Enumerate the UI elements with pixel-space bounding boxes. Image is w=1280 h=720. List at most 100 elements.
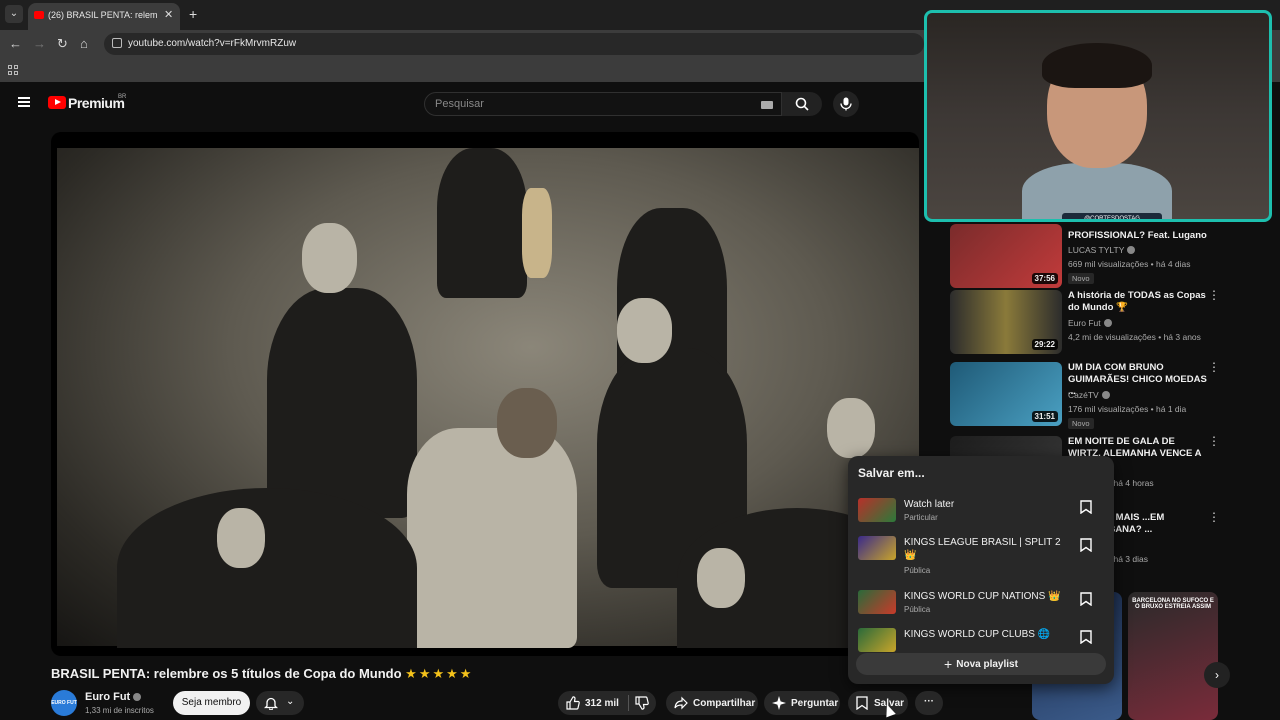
logo-text[interactable]: Premium [68,95,125,111]
channel-name-text: LUCAS TYLTY [1068,245,1125,255]
playlist-thumbnail [858,590,896,614]
channel-name[interactable]: Euro Fut [1068,318,1112,328]
site-info-icon[interactable] [112,38,122,48]
search-icon [795,97,809,111]
like-dislike-group: 312 mil [558,691,656,715]
video-title[interactable]: PROFISSIONAL? Feat. Lugano [1068,230,1208,242]
bookmark-icon[interactable] [1080,630,1092,644]
popup-title: Salvar em... [858,466,925,480]
recommendation-item[interactable]: 37:56 PROFISSIONAL? Feat. Lugano LUCAS T… [950,224,1220,288]
keyboard-icon[interactable] [761,101,773,109]
logo-country: BR [118,94,127,100]
shorts-next-icon[interactable]: › [1204,662,1230,688]
playlist-item[interactable]: KINGS WORLD CUP NATIONS 👑 Pública [858,590,1108,618]
home-icon[interactable]: ⌂ [80,36,88,51]
ask-label: Perguntar [791,698,839,709]
short-thumbnail[interactable]: BARCELONA NO SUFOCO E O BRUXO ESTREIA AS… [1128,592,1218,720]
streamer-tag: @CORTESDOSTAG [1062,213,1162,219]
playlist-item[interactable]: Watch later Particular [858,498,1108,526]
tab-close-icon[interactable]: ✕ [164,8,173,21]
channel-avatar[interactable]: EURO FUT [51,690,77,716]
playlist-item[interactable]: KINGS LEAGUE BRASIL | SPLIT 2 👑 Pública [858,536,1108,576]
subscriber-count: 1,33 mi de inscritos [85,706,154,715]
mic-icon [840,97,852,111]
menu-icon[interactable] [18,97,30,107]
more-options-icon[interactable]: ⋮ [1208,434,1220,448]
video-duration: 31:51 [1031,411,1058,422]
back-icon[interactable]: ← [9,36,22,51]
youtube-logo-icon[interactable] [48,96,66,109]
apps-grid-icon[interactable] [8,65,18,75]
video-frame-image [57,148,919,648]
video-thumbnail[interactable]: 31:51 [950,362,1062,426]
streamer-image [1022,43,1172,219]
video-stats: 176 mil visualizações • há 1 dia [1068,404,1187,414]
star-emojis: ★★★★★ [405,666,474,681]
sparkle-icon [772,696,786,710]
url-text: youtube.com/watch?v=rFkMrvmRZuw [128,38,297,49]
voice-search-button[interactable] [833,91,859,117]
channel-name-text: CazéTV [1068,390,1099,400]
new-tab-icon[interactable]: + [189,6,197,22]
dislike-button[interactable] [629,691,656,715]
more-options-icon[interactable]: ⋮ [1208,288,1220,302]
more-options-icon[interactable]: ⋮ [1208,360,1220,374]
more-actions-button[interactable]: ··· [915,691,943,715]
like-button[interactable]: 312 mil [558,691,628,715]
plus-icon: + [944,656,953,672]
playlist-name: KINGS LEAGUE BRASIL | SPLIT 2 👑 [904,537,1061,561]
video-title[interactable]: A história de TODAS as Copas do Mundo 🏆 [1068,290,1208,314]
playlist-item[interactable]: KINGS WORLD CUP CLUBS 🌐 [858,628,1108,652]
recommendation-item[interactable]: 31:51 UM DIA COM BRUNO GUIMARÃES! CHICO … [950,360,1220,429]
channel-name[interactable]: Euro Fut [85,691,142,703]
browser-tab[interactable]: (26) BRASIL PENTA: relembre o... ✕ [28,3,180,30]
share-button[interactable]: Compartilhar [666,691,758,715]
channel-name[interactable]: CazéTV [1068,390,1110,400]
verified-icon [1127,246,1136,254]
tab-search-button[interactable]: ⌄ [5,5,23,23]
share-label: Compartilhar [693,698,756,709]
search-placeholder: Pesquisar [435,98,484,110]
like-count: 312 mil [585,698,619,709]
bookmark-icon[interactable] [1080,500,1092,514]
tab-title: (26) BRASIL PENTA: relembre o... [48,10,158,20]
join-button[interactable]: Seja membro [173,691,250,715]
ask-button[interactable]: Perguntar [764,691,840,715]
forward-icon[interactable]: → [33,36,46,51]
playlist-thumbnail [858,498,896,522]
video-thumbnail[interactable]: 37:56 [950,224,1062,288]
subscription-bell-button[interactable]: ⌄ [256,691,304,715]
video-title-heading: BRASIL PENTA: relembre os 5 títulos de C… [51,666,473,682]
thumbs-down-icon [635,696,649,710]
save-to-playlist-popup: Salvar em... Watch later Particular KING… [848,456,1114,684]
channel-name[interactable]: LUCAS TYLTY [1068,245,1136,255]
playlist-name: KINGS WORLD CUP CLUBS 🌐 [904,629,1051,640]
video-thumbnail[interactable]: 29:22 [950,290,1062,354]
search-input[interactable]: Pesquisar [424,92,782,116]
bookmark-icon[interactable] [1080,592,1092,606]
thumbs-up-icon [566,696,580,710]
verified-icon [133,693,142,701]
search-button[interactable] [782,92,822,116]
chevron-down-icon: ⌄ [286,696,295,707]
video-stats: 669 mil visualizações • há 4 dias [1068,259,1191,269]
save-button[interactable]: Salvar [848,691,908,715]
channel-name-text: Euro Fut [1068,318,1101,328]
playlist-privacy: Pública [904,566,931,575]
streamer-webcam-overlay: @CORTESDOSTAG [924,10,1272,222]
short-title: BARCELONA NO SUFOCO E O BRUXO ESTREIA AS… [1132,598,1214,610]
youtube-favicon-icon [34,11,44,19]
new-badge: Novo [1068,273,1094,284]
address-bar[interactable]: youtube.com/watch?v=rFkMrvmRZuw [104,33,924,55]
channel-name-text: Euro Fut [85,691,131,703]
playlist-privacy: Particular [904,513,938,522]
playlist-name: Watch later [904,499,955,510]
video-player[interactable] [51,132,919,656]
more-options-icon[interactable]: ⋮ [1208,510,1220,524]
reload-icon[interactable]: ↻ [57,36,68,52]
recommendation-item[interactable]: 29:22 A história de TODAS as Copas do Mu… [950,288,1220,354]
video-stats: 4,2 mi de visualizações • há 3 anos [1068,332,1201,342]
bookmark-icon[interactable] [1080,538,1092,552]
new-playlist-button[interactable]: + Nova playlist [856,653,1106,675]
playlist-thumbnail [858,628,896,652]
